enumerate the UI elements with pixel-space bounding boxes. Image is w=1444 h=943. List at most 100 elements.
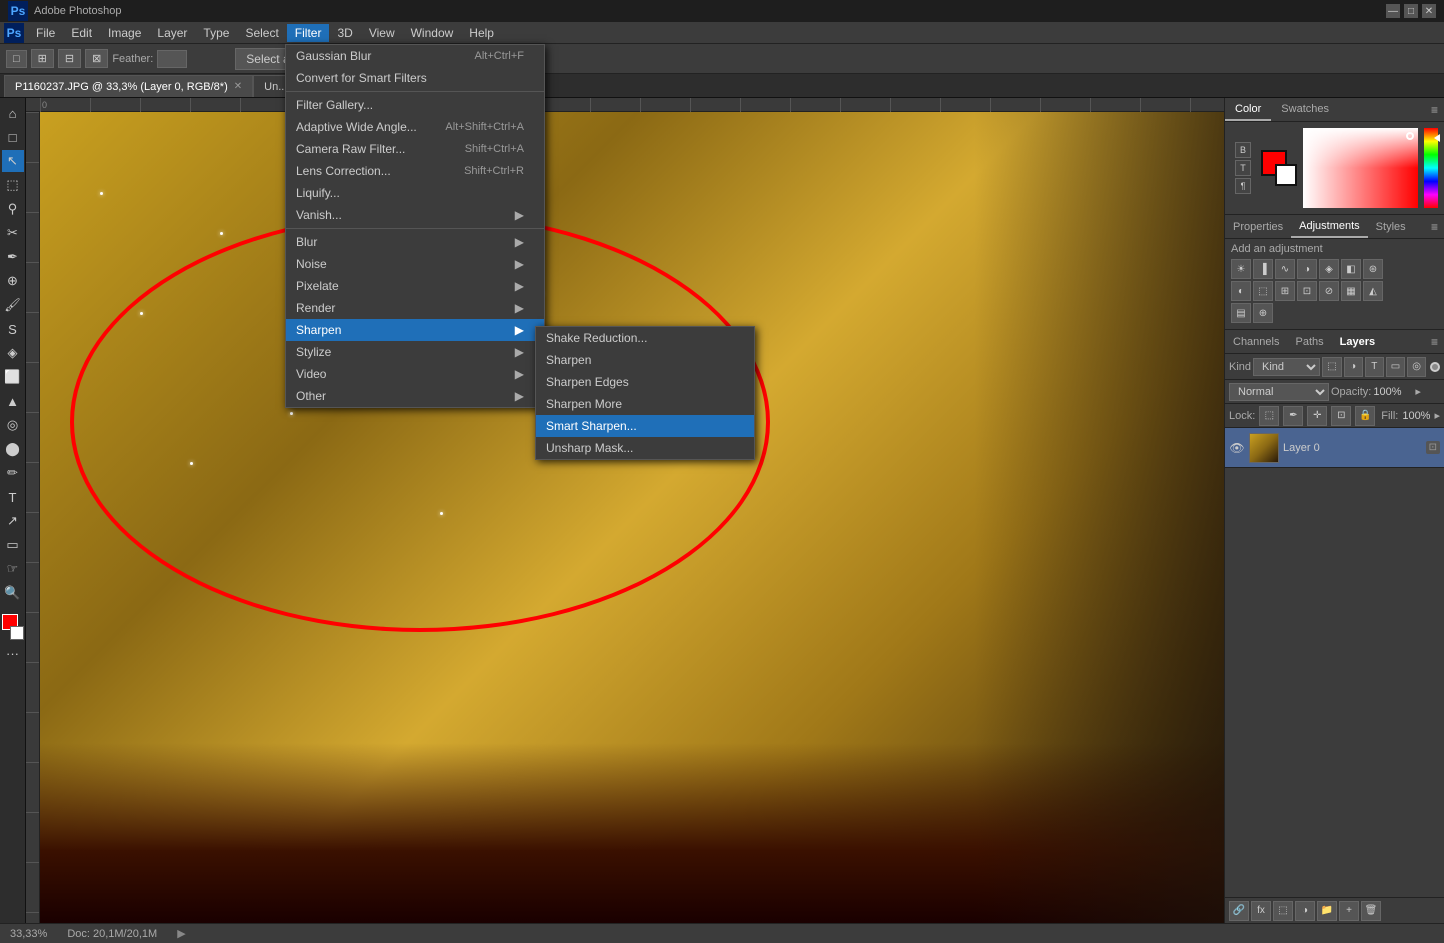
layers-panel-menu[interactable]: ≡ <box>1425 331 1444 353</box>
sharpen-unsharp-mask[interactable]: Unsharp Mask... <box>536 437 754 459</box>
maximize-button[interactable]: □ <box>1404 4 1418 18</box>
filter-noise[interactable]: Noise ▶ <box>286 253 544 275</box>
tab-properties[interactable]: Properties <box>1225 217 1291 237</box>
add-selection-btn[interactable]: ⊞ <box>31 49 54 68</box>
menu-edit[interactable]: Edit <box>63 24 100 42</box>
lock-position-btn[interactable]: ✛ <box>1307 406 1327 426</box>
sharpen-sharpen[interactable]: Sharpen <box>536 349 754 371</box>
eraser-tool[interactable]: ⬜ <box>2 366 24 388</box>
channel-mixer-adj[interactable]: ⊞ <box>1275 281 1295 301</box>
fill-arrow[interactable]: ▸ <box>1434 409 1440 422</box>
filter-gaussian-blur[interactable]: Gaussian Blur Alt+Ctrl+F <box>286 45 544 67</box>
home-tool[interactable]: ⌂ <box>2 102 24 124</box>
feather-input[interactable] <box>157 50 187 68</box>
type-icon[interactable]: T <box>1235 160 1251 176</box>
tab-swatches[interactable]: Swatches <box>1271 99 1339 121</box>
curves-adj[interactable]: ∿ <box>1275 259 1295 279</box>
brush-tool[interactable]: 🖌 <box>2 294 24 316</box>
sharpen-shake-reduction[interactable]: Shake Reduction... <box>536 327 754 349</box>
layer-mask-btn[interactable]: ⬚ <box>1273 901 1293 921</box>
dodge-tool[interactable]: ⬤ <box>2 438 24 460</box>
bw-adj[interactable]: ◐ <box>1231 281 1251 301</box>
tab-channels[interactable]: Channels <box>1225 332 1287 352</box>
layer-new-btn[interactable]: + <box>1339 901 1359 921</box>
filter-sharpen[interactable]: Sharpen ▶ <box>286 319 544 341</box>
filter-other[interactable]: Other ▶ <box>286 385 544 407</box>
shape-tool[interactable]: ▭ <box>2 534 24 556</box>
filter-blur[interactable]: Blur ▶ <box>286 231 544 253</box>
menu-filter[interactable]: Filter <box>287 24 330 42</box>
tab-close-icon[interactable]: ✕ <box>234 81 242 92</box>
color-balance-adj[interactable]: ⊛ <box>1363 259 1383 279</box>
lock-artboard-btn[interactable]: ⊡ <box>1331 406 1351 426</box>
tab-styles[interactable]: Styles <box>1368 217 1414 237</box>
color-spectrum[interactable] <box>1303 128 1418 208</box>
lock-transparent-btn[interactable]: ⬚ <box>1259 406 1279 426</box>
smart-filter[interactable]: ◎ <box>1407 357 1426 377</box>
color-panel-menu[interactable]: ≡ <box>1425 99 1444 121</box>
filter-lens-correction[interactable]: Lens Correction... Shift+Ctrl+R <box>286 160 544 182</box>
type-tool[interactable]: T <box>2 486 24 508</box>
adjustment-filter[interactable]: ◑ <box>1344 357 1363 377</box>
filter-camera-raw[interactable]: Camera Raw Filter... Shift+Ctrl+A <box>286 138 544 160</box>
filter-vanish[interactable]: Vanish... ▶ <box>286 204 544 226</box>
threshold-adj[interactable]: ◭ <box>1363 281 1383 301</box>
close-button[interactable]: ✕ <box>1422 4 1436 18</box>
opacity-arrow[interactable]: ▸ <box>1415 385 1421 398</box>
lasso-tool[interactable]: ⬚ <box>2 174 24 196</box>
shape-filter[interactable]: ▭ <box>1386 357 1405 377</box>
lock-image-btn[interactable]: ✒ <box>1283 406 1303 426</box>
menu-file[interactable]: File <box>28 24 63 42</box>
move-tool[interactable]: ↖ <box>2 150 24 172</box>
layer-delete-btn[interactable]: 🗑 <box>1361 901 1381 921</box>
intersect-selection-btn[interactable]: ⊠ <box>85 49 108 68</box>
tab-color[interactable]: Color <box>1225 99 1271 121</box>
menu-type[interactable]: Type <box>195 24 237 42</box>
sharpen-smart[interactable]: Smart Sharpen... <box>536 415 754 437</box>
adj-panel-menu[interactable]: ≡ <box>1425 216 1444 238</box>
menu-image[interactable]: Image <box>100 24 149 42</box>
type-filter[interactable]: T <box>1365 357 1384 377</box>
more-tools[interactable]: ··· <box>2 642 24 664</box>
tab-main-image[interactable]: P1160237.JPG @ 33,3% (Layer 0, RGB/8*) ✕ <box>4 75 253 97</box>
gradient-map-adj[interactable]: ▤ <box>1231 303 1251 323</box>
forward-arrow-icon[interactable]: ▶ <box>177 927 185 940</box>
hsl-adj[interactable]: ◧ <box>1341 259 1361 279</box>
crop-tool[interactable]: ✂ <box>2 222 24 244</box>
kind-select[interactable]: Kind <box>1253 358 1320 376</box>
tab-adjustments[interactable]: Adjustments <box>1291 216 1368 238</box>
filter-stylize[interactable]: Stylize ▶ <box>286 341 544 363</box>
marquee-tool[interactable]: □ <box>2 126 24 148</box>
pixel-filter[interactable]: ⬚ <box>1322 357 1341 377</box>
filter-render[interactable]: Render ▶ <box>286 297 544 319</box>
layer-visibility-icon[interactable]: 👁 <box>1229 441 1245 455</box>
layer-group-btn[interactable]: 📁 <box>1317 901 1337 921</box>
tab-layers[interactable]: Layers <box>1332 332 1383 352</box>
minimize-button[interactable]: — <box>1386 4 1400 18</box>
bg-color-swatch[interactable] <box>10 626 24 640</box>
menu-select[interactable]: Select <box>237 24 286 42</box>
filter-adaptive-wide[interactable]: Adaptive Wide Angle... Alt+Shift+Ctrl+A <box>286 116 544 138</box>
levels-adj[interactable]: ▐ <box>1253 259 1273 279</box>
color-lookup-adj[interactable]: ⊡ <box>1297 281 1317 301</box>
blur-tool[interactable]: ◎ <box>2 414 24 436</box>
brush-icon[interactable]: B <box>1235 142 1251 158</box>
posterize-adj[interactable]: ▦ <box>1341 281 1361 301</box>
selective-color-adj[interactable]: ⊕ <box>1253 303 1273 323</box>
pen-tool[interactable]: ✏ <box>2 462 24 484</box>
sharpen-more[interactable]: Sharpen More <box>536 393 754 415</box>
sharpen-edges[interactable]: Sharpen Edges <box>536 371 754 393</box>
history-tool[interactable]: ◈ <box>2 342 24 364</box>
exposure-adj[interactable]: ◑ <box>1297 259 1317 279</box>
photo-filter-adj[interactable]: ⬚ <box>1253 281 1273 301</box>
layer-row-0[interactable]: 👁 Layer 0 ⊡ <box>1225 428 1444 468</box>
clone-tool[interactable]: S <box>2 318 24 340</box>
healing-tool[interactable]: ⊕ <box>2 270 24 292</box>
menu-3d[interactable]: 3D <box>329 24 360 42</box>
hue-bar[interactable] <box>1424 128 1438 208</box>
layer-link-btn[interactable]: 🔗 <box>1229 901 1249 921</box>
new-selection-btn[interactable]: □ <box>6 50 27 68</box>
blend-mode-select[interactable]: Normal <box>1229 383 1329 401</box>
lock-all-btn[interactable]: 🔒 <box>1355 406 1375 426</box>
background-color[interactable] <box>1275 164 1297 186</box>
